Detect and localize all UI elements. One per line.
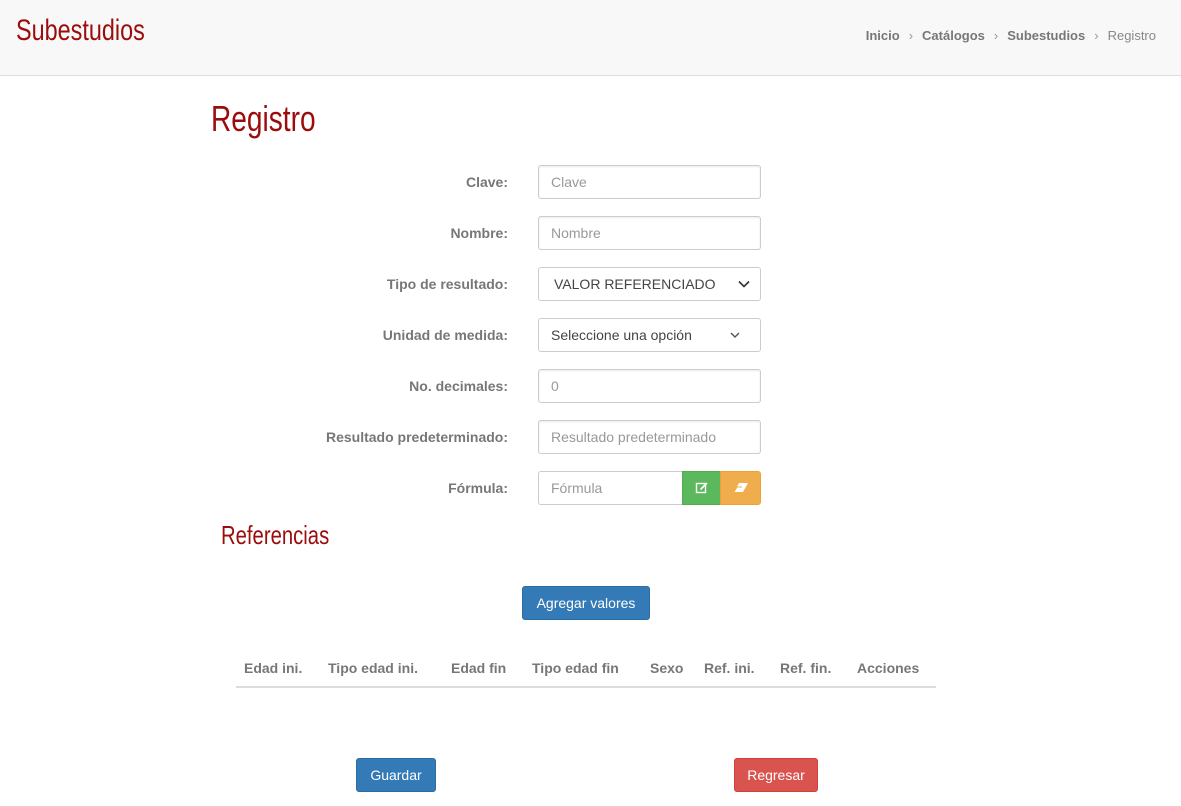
breadcrumb-separator: › [993, 28, 999, 43]
resultado-predeterminado-label: Resultado predeterminado: [325, 429, 508, 445]
chevron-down-icon [730, 332, 740, 338]
column-header: Edad fin [451, 660, 507, 676]
clave-label: Clave: [465, 174, 508, 190]
edit-formula-button[interactable] [682, 471, 721, 505]
formula-label: Fórmula: [448, 480, 508, 496]
breadcrumb-separator: › [908, 28, 914, 43]
column-header: Sexo [650, 660, 684, 676]
eraser-icon [733, 483, 748, 493]
column-header: Edad ini. [244, 660, 303, 676]
page-title: Registro [211, 98, 316, 139]
nombre-row: Nombre: Nombre [0, 216, 1181, 250]
agregar-valores-button[interactable]: Agregar valores [522, 586, 650, 620]
column-header: Tipo edad fin [532, 660, 619, 676]
tipo-resultado-value: VALOR REFERENCIADO [554, 276, 716, 292]
edit-icon [695, 482, 708, 494]
formula-row: Fórmula: Fórmula [0, 471, 1181, 505]
breadcrumb-registro: Registro [1107, 28, 1156, 43]
chevron-down-icon [738, 280, 750, 288]
unidad-medida-row: Unidad de medida: Seleccione una opción [0, 318, 1181, 352]
breadcrumb-subestudios[interactable]: Subestudios [1007, 28, 1085, 43]
tipo-resultado-select[interactable]: VALOR REFERENCIADO [538, 267, 761, 301]
breadcrumb-catalogos[interactable]: Catálogos [922, 28, 985, 43]
unidad-medida-value: Seleccione una opción [551, 327, 692, 343]
clear-formula-button[interactable] [720, 471, 761, 505]
clave-row: Clave: Clave [0, 165, 1181, 199]
column-header: Ref. fin. [780, 660, 832, 676]
top-navbar: Subestudios Inicio › Catálogos › Subestu… [0, 0, 1181, 76]
tipo-resultado-label: Tipo de resultado: [386, 276, 508, 292]
regresar-button[interactable]: Regresar [734, 758, 818, 792]
brand-title[interactable]: Subestudios [16, 14, 145, 48]
breadcrumb: Inicio › Catálogos › Subestudios › Regis… [866, 28, 1156, 43]
resultado-predeterminado-input[interactable]: Resultado predeterminado [538, 420, 761, 454]
tipo-resultado-row: Tipo de resultado: VALOR REFERENCIADO [0, 267, 1181, 301]
column-header: Tipo edad ini. [328, 660, 418, 676]
guardar-button[interactable]: Guardar [356, 758, 436, 792]
referencias-title: Referencias [221, 520, 330, 550]
decimales-input[interactable]: 0 [538, 369, 761, 403]
decimales-row: No. decimales: 0 [0, 369, 1181, 403]
breadcrumb-inicio[interactable]: Inicio [866, 28, 900, 43]
clave-input[interactable]: Clave [538, 165, 761, 199]
breadcrumb-separator: › [1094, 28, 1099, 43]
formula-input[interactable]: Fórmula [538, 471, 683, 505]
resultado-predeterminado-row: Resultado predeterminado: Resultado pred… [0, 420, 1181, 454]
column-header: Ref. ini. [704, 660, 755, 676]
nombre-label: Nombre: [450, 225, 508, 241]
unidad-medida-select[interactable]: Seleccione una opción [538, 318, 761, 352]
nombre-input[interactable]: Nombre [538, 216, 761, 250]
column-header: Acciones [857, 660, 920, 676]
decimales-label: No. decimales: [409, 378, 508, 394]
referencias-table: Edad ini. Tipo edad ini. Edad fin Tipo e… [236, 656, 936, 688]
unidad-medida-label: Unidad de medida: [382, 327, 508, 343]
